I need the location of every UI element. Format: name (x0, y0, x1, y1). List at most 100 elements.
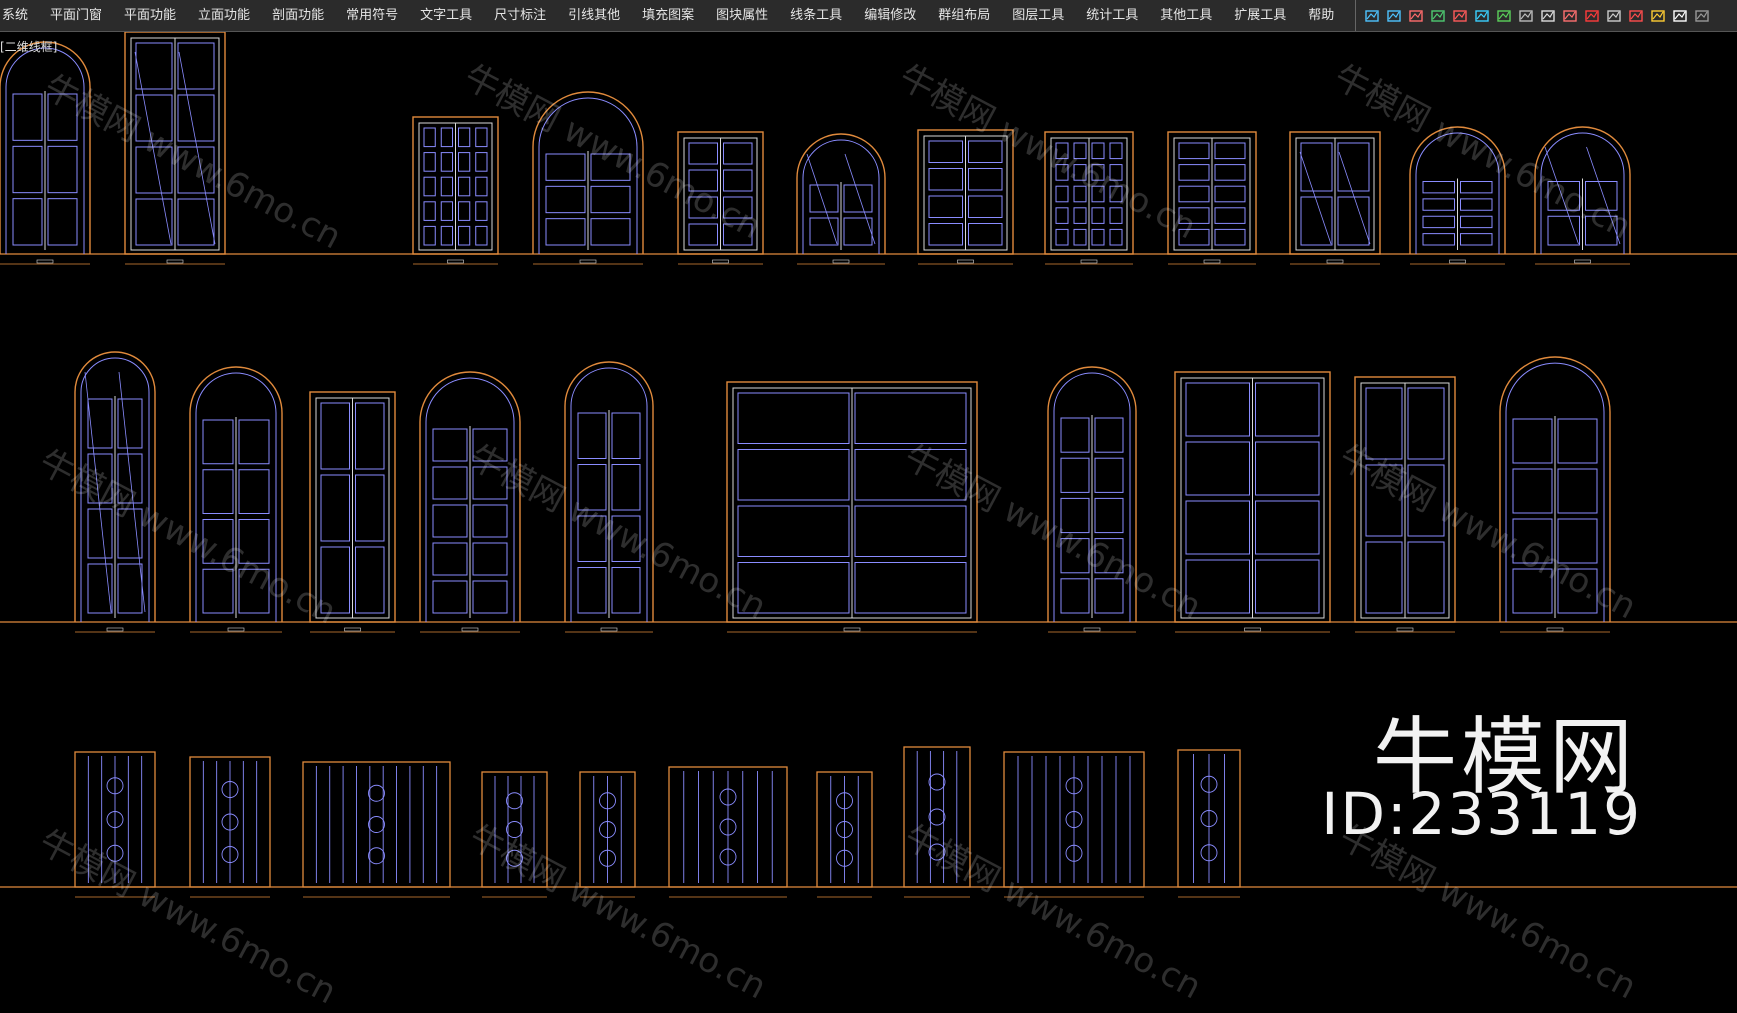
door-panel (688, 169, 718, 192)
menu-item[interactable]: 图块属性 (705, 0, 779, 32)
glass-hatch (1299, 151, 1332, 245)
menu-item[interactable]: 平面门窗 (39, 0, 113, 32)
zigzag-icon[interactable] (1430, 8, 1446, 24)
door-panel (1300, 142, 1333, 192)
dimension-text (600, 627, 618, 632)
door-panel (202, 519, 234, 564)
wave2-icon[interactable] (1386, 8, 1402, 24)
circle-icon[interactable] (1628, 8, 1644, 24)
door-panel (1055, 228, 1069, 246)
dimension-text (461, 627, 479, 632)
pen-icon[interactable] (1650, 8, 1666, 24)
door-panel (1178, 207, 1210, 224)
gate-scroll (506, 821, 523, 838)
door-panel (1109, 228, 1123, 246)
dimension-text (1244, 627, 1261, 632)
menu-item[interactable]: 尺寸标注 (483, 0, 557, 32)
menu-item[interactable]: 文字工具 (409, 0, 483, 32)
menu-item[interactable]: 图层工具 (1001, 0, 1075, 32)
dimension-text (166, 259, 184, 264)
door-panel (440, 127, 453, 148)
door-panel (440, 152, 453, 172)
gate-scroll (506, 792, 523, 810)
door-panel (355, 402, 385, 470)
ladder-icon[interactable] (1496, 8, 1512, 24)
door-panel (854, 392, 967, 444)
door-panel (928, 223, 963, 246)
door-panel (577, 567, 607, 614)
door-panel (458, 152, 471, 172)
gate-scroll (368, 847, 385, 865)
door-panel (577, 412, 607, 459)
menu-item[interactable]: 扩展工具 (1223, 0, 1297, 32)
menu-item[interactable]: 引线其他 (557, 0, 631, 32)
door-panel (1091, 207, 1105, 224)
glass-hatch (1586, 146, 1621, 245)
menu-item[interactable]: 系统 (0, 0, 39, 32)
lines-icon[interactable] (1694, 8, 1710, 24)
door-panel (723, 196, 753, 219)
door-panel (1255, 559, 1320, 614)
menu-item[interactable]: 帮助 (1297, 0, 1345, 32)
door-panel (1055, 164, 1069, 181)
door-panel (1185, 441, 1250, 496)
door-panel (475, 201, 488, 221)
menu-item[interactable]: 常用符号 (335, 0, 409, 32)
flag-icon[interactable] (1562, 8, 1578, 24)
bars-icon[interactable] (1408, 8, 1424, 24)
gate-scroll (368, 784, 385, 802)
door-panel (1060, 538, 1090, 574)
door-panel (1407, 541, 1445, 614)
menu-item[interactable]: 平面功能 (113, 0, 187, 32)
door-panel (177, 146, 215, 194)
door-panel (1407, 464, 1445, 537)
door-panel (1422, 233, 1455, 246)
door-panel (87, 398, 113, 449)
dimension-text (447, 259, 464, 264)
tree-icon[interactable] (1584, 8, 1600, 24)
grid-icon[interactable] (1540, 8, 1556, 24)
door-panel (1091, 185, 1105, 203)
menu-item[interactable]: 线条工具 (779, 0, 853, 32)
door-panel (723, 142, 753, 165)
door-panel (854, 449, 967, 501)
door-panel (1094, 497, 1124, 534)
door-panel (423, 201, 436, 221)
text-icon[interactable] (1672, 8, 1688, 24)
view-mode-label[interactable]: [二维线框] (0, 38, 57, 55)
menu-item[interactable]: 其他工具 (1149, 0, 1223, 32)
door-panel (1060, 578, 1090, 614)
wave-icon[interactable] (1364, 8, 1380, 24)
gear-icon[interactable] (1606, 8, 1622, 24)
menu-item[interactable]: 填充图案 (631, 0, 705, 32)
glass-hatch (84, 371, 112, 613)
menu-item[interactable]: 立面功能 (187, 0, 261, 32)
door-panel (843, 184, 873, 213)
ruler-icon[interactable] (1518, 8, 1534, 24)
door-panel (688, 142, 718, 165)
door-panel (1337, 196, 1370, 246)
dimension-text (1080, 259, 1098, 264)
door-panel (1422, 198, 1455, 211)
door-panel (87, 453, 113, 504)
menu-item[interactable]: 群组布局 (927, 0, 1001, 32)
glass-hatch (1338, 151, 1371, 245)
stack-icon[interactable] (1474, 8, 1490, 24)
door-panel (737, 562, 850, 614)
menu-item[interactable]: 统计工具 (1075, 0, 1149, 32)
dimension-text (36, 259, 54, 264)
door-panel (47, 93, 78, 141)
door-panel (202, 469, 234, 514)
menu-item[interactable]: 剖面功能 (261, 0, 335, 32)
person-icon[interactable] (1452, 8, 1468, 24)
door-panel (611, 412, 641, 459)
door-panel (1094, 578, 1124, 614)
door-panel (432, 466, 468, 500)
door-panel (1557, 568, 1598, 614)
glass-hatch (134, 51, 172, 245)
door-panel (1512, 518, 1553, 564)
door-panel (545, 153, 586, 181)
door-panel (1214, 164, 1246, 181)
menu-item[interactable]: 编辑修改 (853, 0, 927, 32)
door-panel (1060, 417, 1090, 453)
